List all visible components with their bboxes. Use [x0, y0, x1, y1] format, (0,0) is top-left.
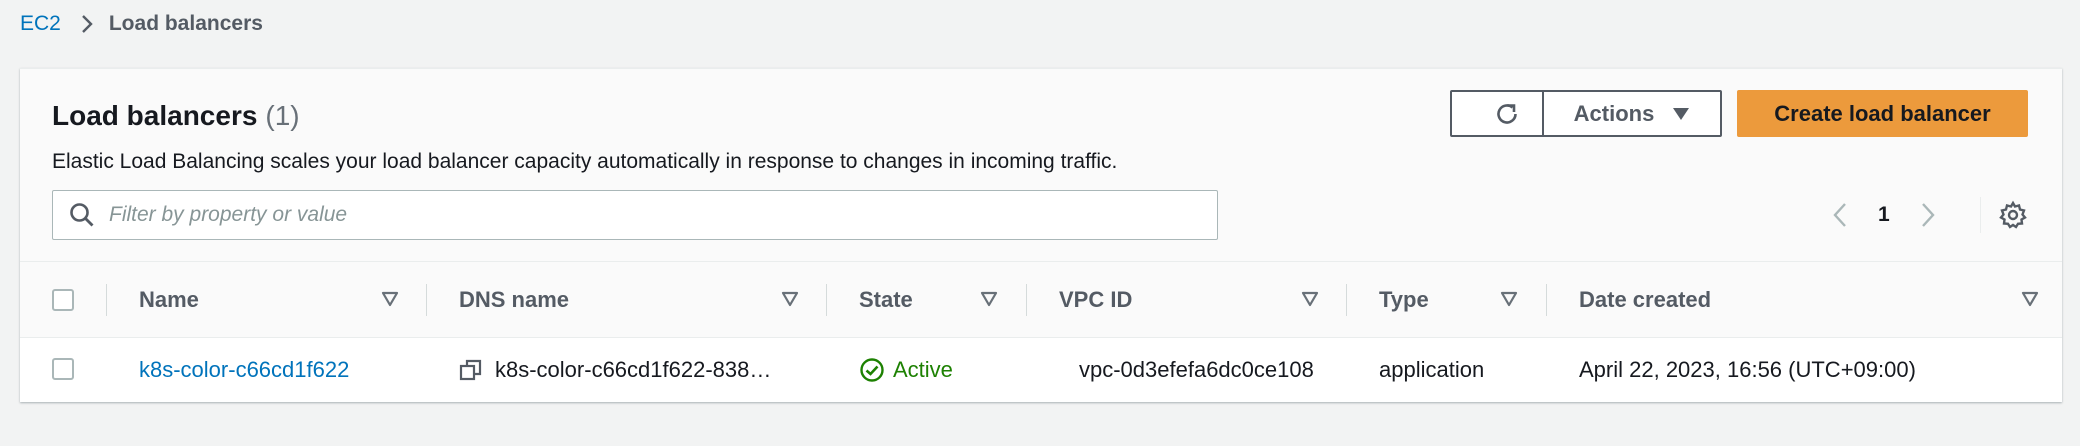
chevron-right-icon	[81, 14, 93, 34]
column-header-label: Name	[139, 287, 199, 312]
column-header-label: Date created	[1579, 287, 1712, 312]
actions-dropdown-button[interactable]: Actions	[1542, 90, 1722, 137]
vpc-id-cell: vpc-0d3efefa6dc0ce108	[1079, 357, 1314, 382]
table-row[interactable]: k8s-color-c66cd1f622 k8s-color-c66cd1f62…	[20, 338, 2062, 402]
column-divider	[106, 284, 107, 316]
column-header-name[interactable]: Name	[139, 262, 199, 338]
column-header-label: VPC ID	[1059, 287, 1133, 312]
column-divider	[1026, 284, 1027, 316]
sort-type-icon[interactable]	[1500, 262, 1520, 338]
status-badge: Active	[859, 357, 953, 383]
pagination: 1	[1832, 197, 1936, 233]
filter-search-box	[52, 190, 1218, 240]
column-header-type[interactable]: Type	[1379, 262, 1429, 338]
actions-label: Actions	[1573, 100, 1655, 126]
state-cell: Active	[859, 338, 953, 402]
select-all-checkbox[interactable]	[52, 289, 74, 311]
next-page-icon[interactable]	[1920, 202, 1936, 228]
page-title-text: Load balancers	[52, 100, 258, 131]
column-divider	[1346, 284, 1347, 316]
dns-name-text: k8s-color-c66cd1f622-838…	[495, 357, 772, 382]
column-header-label: DNS name	[459, 287, 570, 312]
sort-date-created-icon[interactable]	[2021, 262, 2041, 338]
column-header-label: Type	[1379, 287, 1429, 312]
status-text: Active	[893, 357, 953, 382]
sort-state-icon[interactable]	[980, 262, 1000, 338]
breadcrumb: EC2 Load balancers	[20, 8, 263, 40]
table-header: Name DNS name State VPC ID Type Date cre…	[20, 262, 2062, 338]
refresh-icon	[1493, 100, 1521, 128]
column-header-dns-name[interactable]: DNS name	[459, 262, 569, 338]
current-page-number[interactable]: 1	[1878, 203, 1890, 227]
column-divider	[1546, 284, 1547, 316]
create-load-balancer-button[interactable]: Create load balancer	[1737, 90, 2028, 137]
previous-page-icon[interactable]	[1832, 202, 1848, 228]
column-divider	[426, 284, 427, 316]
filter-input[interactable]	[109, 203, 1189, 227]
column-header-vpc-id[interactable]: VPC ID	[1059, 262, 1132, 338]
type-cell: application	[1379, 357, 1485, 382]
sort-vpc-id-icon[interactable]	[1301, 262, 1321, 338]
date-created-cell: April 22, 2023, 16:56 (UTC+09:00)	[1579, 357, 1916, 382]
column-header-label: State	[859, 287, 913, 312]
breadcrumb-link-ec2[interactable]: EC2	[20, 12, 61, 36]
page-title: Load balancers (1)	[52, 99, 300, 133]
load-balancer-name-link[interactable]: k8s-color-c66cd1f622	[139, 338, 349, 402]
load-balancers-panel: Load balancers (1) Elastic Load Balancin…	[20, 68, 2062, 402]
column-header-date-created[interactable]: Date created	[1579, 262, 1711, 338]
breadcrumb-current: Load balancers	[108, 12, 263, 35]
sort-dns-name-icon[interactable]	[781, 262, 801, 338]
divider	[1980, 197, 1981, 233]
row-checkbox[interactable]	[52, 358, 74, 380]
page-description: Elastic Load Balancing scales your load …	[52, 150, 1118, 173]
status-positive-icon	[859, 357, 885, 383]
column-header-state[interactable]: State	[859, 262, 913, 338]
search-icon	[69, 202, 95, 228]
sort-name-icon[interactable]	[381, 262, 401, 338]
copy-icon[interactable]	[459, 358, 483, 382]
gear-icon[interactable]	[1998, 200, 2028, 230]
column-divider	[826, 284, 827, 316]
caret-down-icon	[1672, 107, 1690, 121]
item-count: (1)	[265, 100, 300, 131]
panel-header: Load balancers (1) Elastic Load Balancin…	[20, 69, 2062, 262]
dns-name-cell: k8s-color-c66cd1f622-838…	[459, 338, 771, 402]
